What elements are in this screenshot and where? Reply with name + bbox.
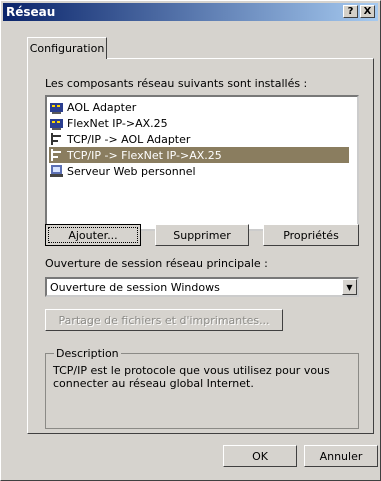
remove-button[interactable]: Supprimer [155,224,249,246]
list-item[interactable]: FlexNet IP->AX.25 [49,115,349,131]
tab-configuration[interactable]: Configuration [27,37,107,59]
list-item[interactable]: Serveur Web personnel [49,163,349,179]
properties-button[interactable]: Propriétés [263,224,359,246]
list-item[interactable]: TCP/IP -> AOL Adapter [49,131,349,147]
logon-label: Ouverture de session réseau principale : [45,257,268,270]
tab-configuration-label: Configuration [29,42,105,55]
description-text: TCP/IP est le protocole que vous utilise… [53,364,330,390]
cancel-button[interactable]: Annuler [304,445,378,467]
network-adapter-icon [49,100,65,114]
list-item-label: TCP/IP -> FlexNet IP->AX.25 [67,148,222,162]
add-button[interactable]: Ajouter... [45,224,141,246]
title-bar[interactable]: Réseau ? X [3,3,378,21]
protocol-icon [49,132,65,146]
close-button[interactable]: X [360,5,375,18]
protocol-icon [49,148,65,162]
list-item[interactable]: AOL Adapter [49,99,349,115]
components-label: Les composants réseau suivants sont inst… [45,77,308,90]
components-list[interactable]: AOL Adapter FlexNet IP->AX.25 TCP/IP -> … [45,95,359,231]
network-adapter-icon [49,116,65,130]
service-icon [49,164,65,178]
list-item-selected[interactable]: TCP/IP -> FlexNet IP->AX.25 [49,147,349,163]
logon-select-value: Ouverture de session Windows [50,280,220,294]
list-item-label: FlexNet IP->AX.25 [67,116,168,130]
list-item-label: TCP/IP -> AOL Adapter [67,132,191,146]
list-item-label: Serveur Web personnel [67,164,196,178]
help-button[interactable]: ? [343,5,358,18]
chevron-down-icon[interactable]: ▼ [342,279,357,295]
network-dialog: Réseau ? X Configuration Les composants … [0,0,381,481]
ok-button[interactable]: OK [223,445,297,467]
file-printer-sharing-button[interactable]: Partage de fichiers et d'imprimantes... [45,309,283,331]
description-legend: Description [54,347,121,360]
description-group: Description TCP/IP est le protocole que … [45,347,359,429]
list-item-label: AOL Adapter [67,100,137,114]
window-title: Réseau [6,5,56,19]
logon-select[interactable]: Ouverture de session Windows ▼ [45,277,359,297]
